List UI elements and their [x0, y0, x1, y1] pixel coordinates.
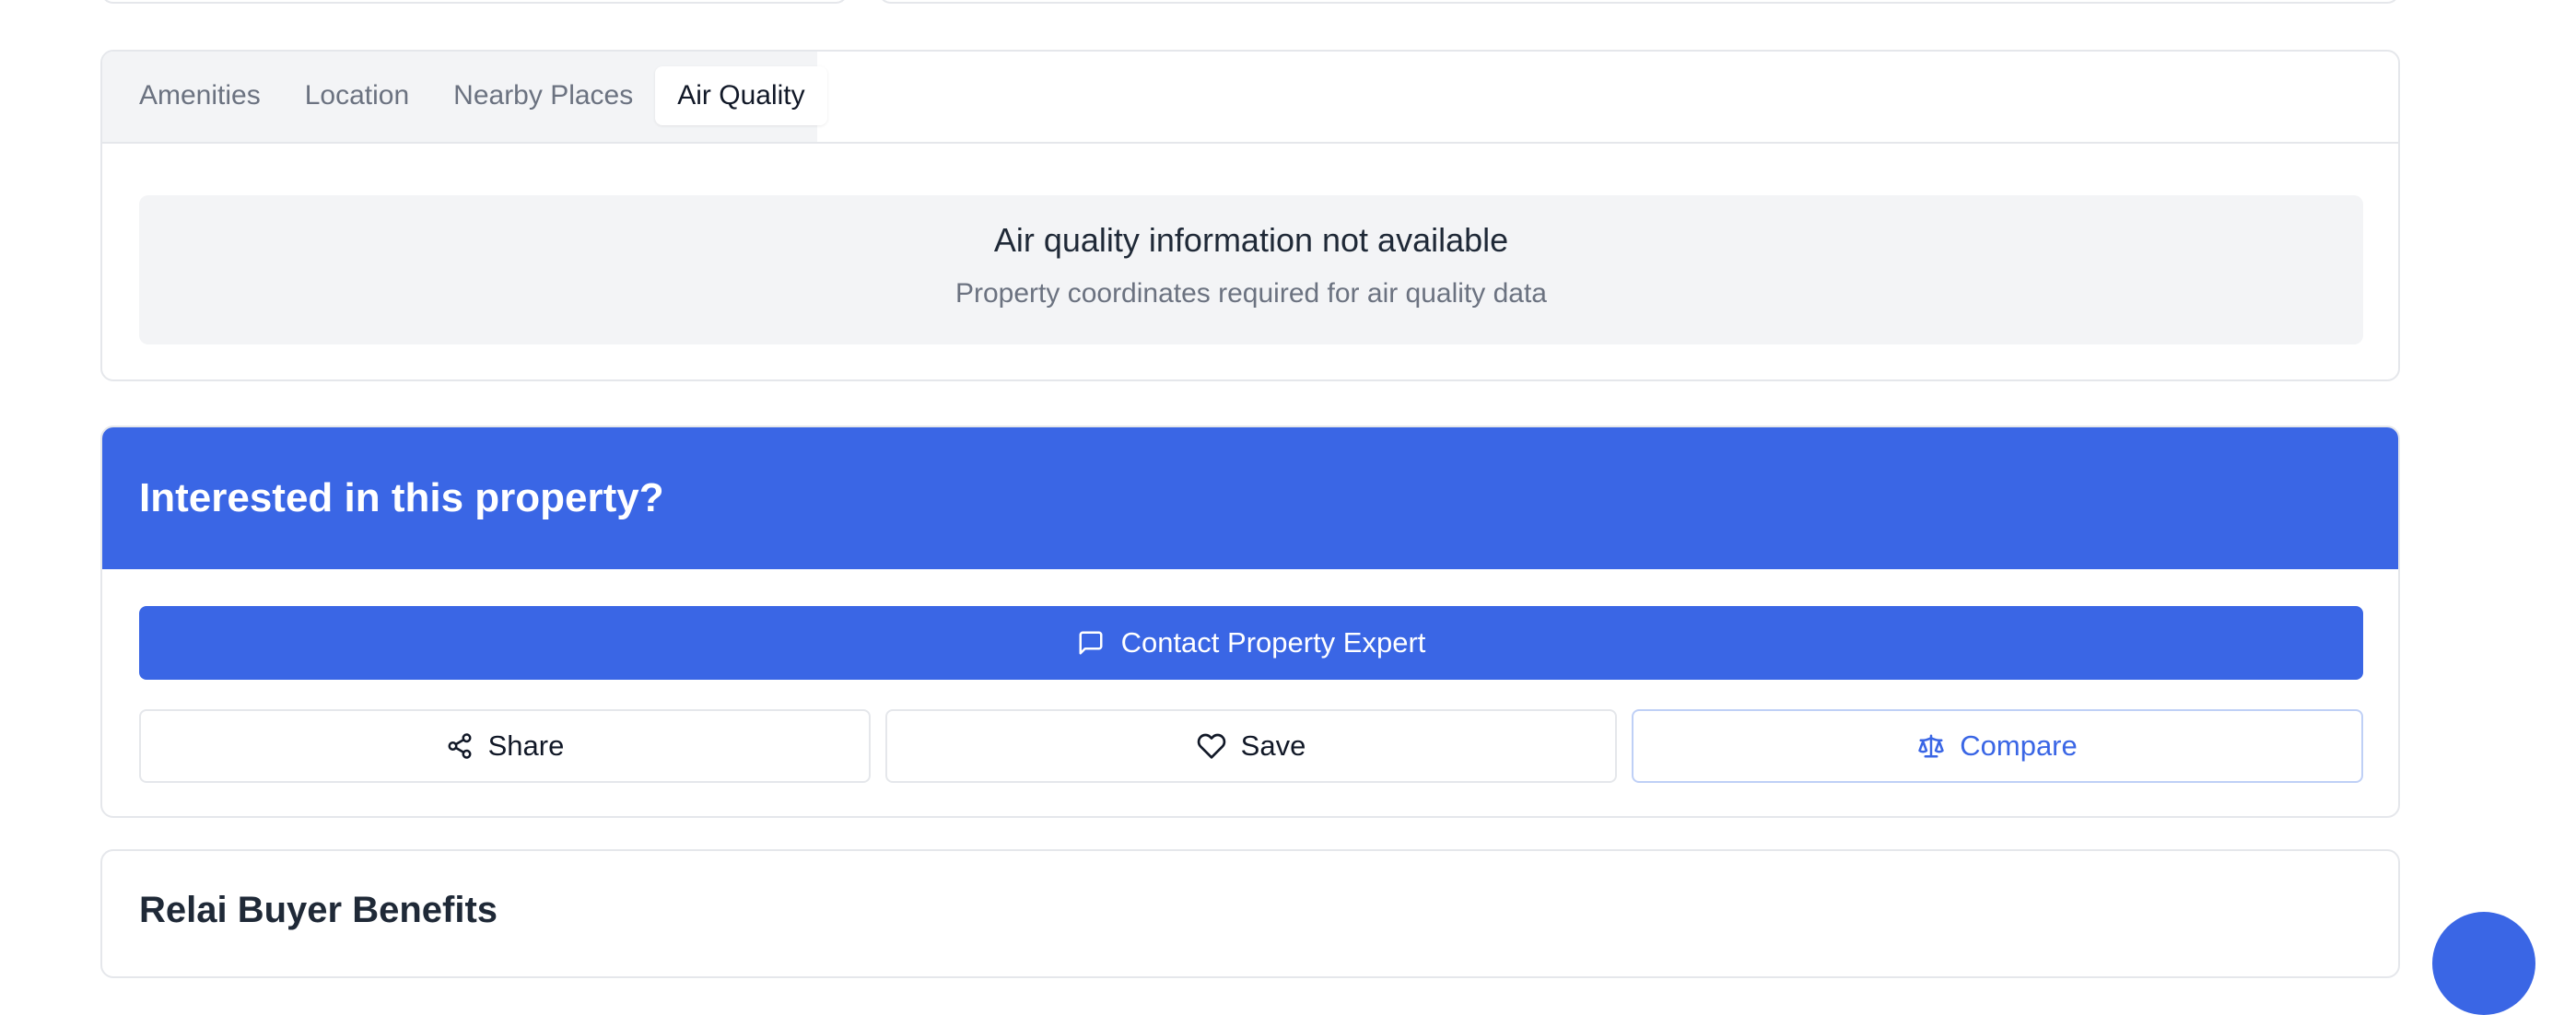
share-button[interactable]: Share: [139, 709, 871, 783]
action-row: Share Save Compare: [139, 709, 2363, 783]
heart-icon: [1197, 733, 1225, 759]
previous-card-right: [878, 0, 2400, 4]
scale-icon: [1918, 734, 1944, 758]
tab-nearby-places[interactable]: Nearby Places: [431, 66, 655, 125]
compare-button-label: Compare: [1960, 729, 2078, 762]
interest-card: Interested in this property? Contact Pro…: [100, 426, 2400, 818]
compare-button[interactable]: Compare: [1632, 709, 2363, 783]
contact-button-label: Contact Property Expert: [1120, 626, 1426, 659]
previous-card-left: [100, 0, 849, 4]
share-button-label: Share: [487, 729, 565, 762]
save-button-label: Save: [1240, 729, 1306, 762]
floating-action-button[interactable]: [2432, 912, 2535, 1015]
contact-property-expert-button[interactable]: Contact Property Expert: [139, 606, 2363, 680]
tab-location[interactable]: Location: [283, 66, 431, 125]
interest-header: Interested in this property?: [102, 427, 2398, 569]
share-icon: [448, 733, 472, 759]
property-info-tabs-card: Amenities Location Nearby Places Air Qua…: [100, 50, 2400, 381]
message-square-icon: [1079, 631, 1103, 655]
tab-bar: Amenities Location Nearby Places Air Qua…: [102, 52, 2398, 144]
interest-title: Interested in this property?: [139, 475, 664, 520]
save-button[interactable]: Save: [885, 709, 1617, 783]
air-quality-panel: Air quality information not available Pr…: [139, 195, 2363, 344]
tab-air-quality[interactable]: Air Quality: [655, 66, 827, 125]
tab-amenities[interactable]: Amenities: [117, 66, 283, 125]
tab-list: Amenities Location Nearby Places Air Qua…: [102, 52, 827, 142]
benefits-title: Relai Buyer Benefits: [139, 890, 498, 930]
air-quality-subtitle: Property coordinates required for air qu…: [954, 278, 1547, 309]
air-quality-title: Air quality information not available: [993, 221, 1509, 259]
buyer-benefits-card: Relai Buyer Benefits: [100, 849, 2400, 978]
